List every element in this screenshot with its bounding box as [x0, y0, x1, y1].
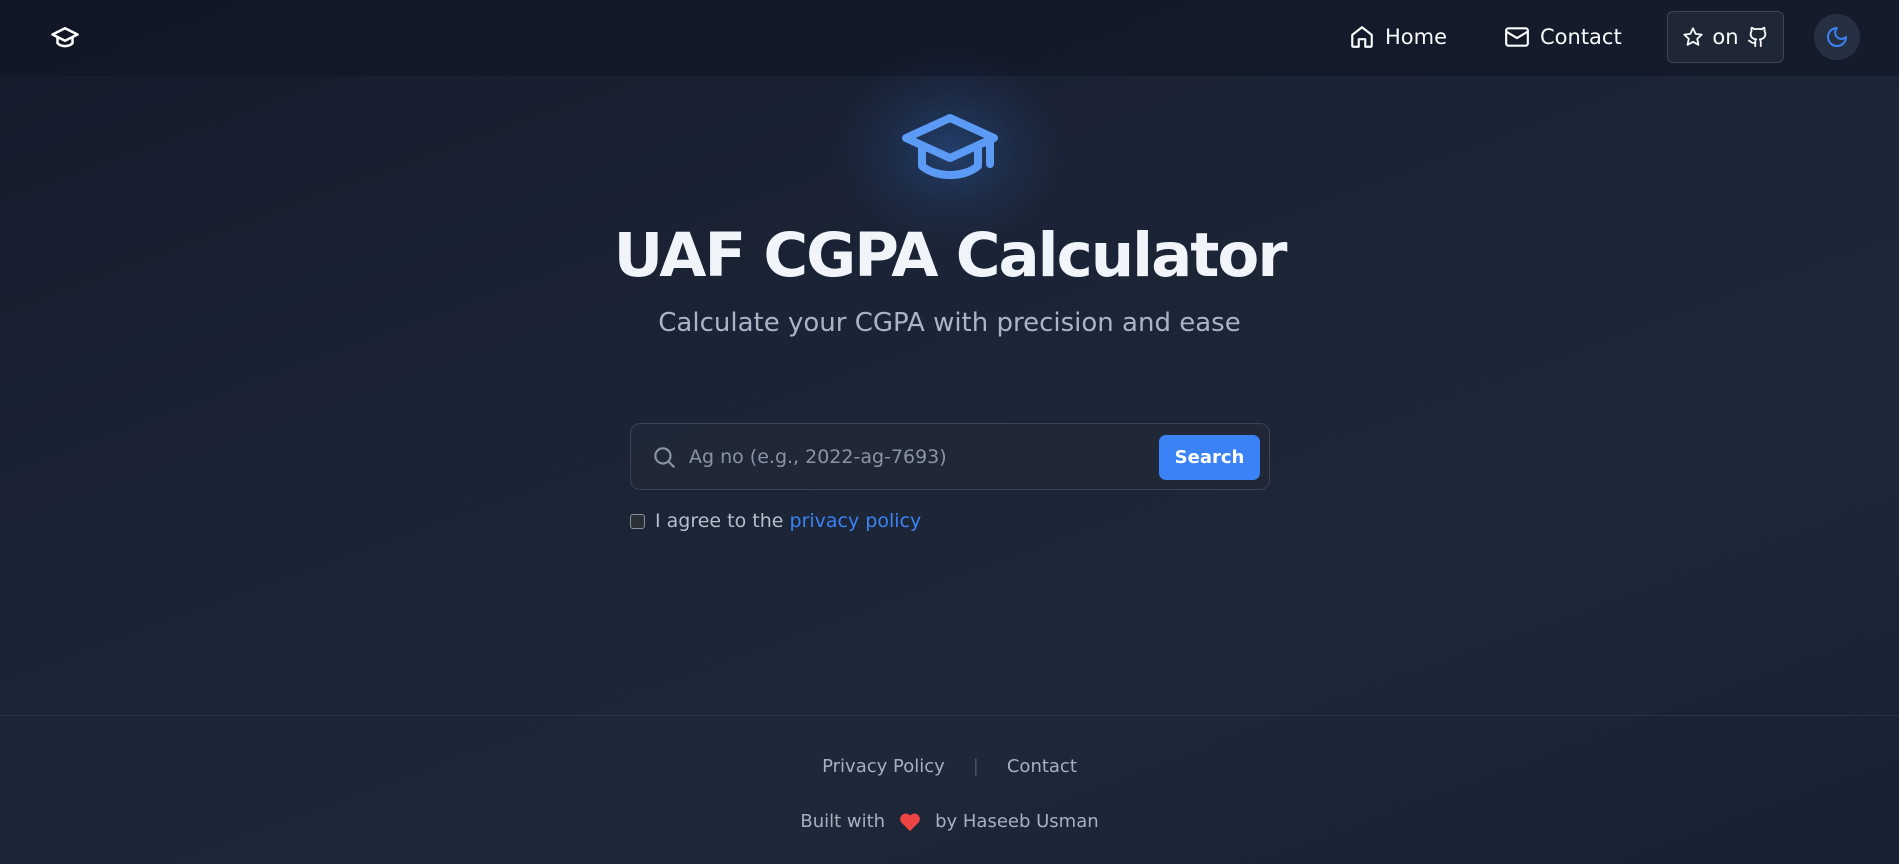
- search-button[interactable]: Search: [1159, 435, 1260, 480]
- credit-author: by Haseeb Usman: [935, 811, 1099, 832]
- page-subtitle: Calculate your CGPA with precision and e…: [658, 308, 1241, 338]
- privacy-agreement: I agree to the privacy policy: [630, 509, 921, 533]
- moon-icon: [1827, 27, 1847, 47]
- star-icon: [1683, 27, 1704, 46]
- nav-home-link[interactable]: Home: [1349, 20, 1447, 54]
- graduation-cap-icon: [900, 110, 1000, 190]
- home-icon: [1351, 26, 1373, 48]
- footer-privacy-link[interactable]: Privacy Policy: [822, 756, 945, 777]
- github-icon: [1747, 26, 1766, 48]
- mail-icon: [1505, 27, 1529, 47]
- footer-divider: [0, 715, 1899, 716]
- footer-separator: |: [972, 756, 979, 777]
- footer-contact-link[interactable]: Contact: [1007, 756, 1077, 777]
- search-box: Search: [630, 423, 1270, 490]
- footer-credit: Built with by Haseeb Usman: [0, 811, 1899, 832]
- heart-icon: [900, 813, 920, 831]
- github-star-button[interactable]: on: [1667, 11, 1784, 63]
- nav-contact-link[interactable]: Contact: [1504, 20, 1622, 54]
- privacy-agree-checkbox[interactable]: [630, 513, 645, 529]
- privacy-policy-link[interactable]: privacy policy: [790, 510, 922, 532]
- graduation-cap-icon[interactable]: [48, 22, 82, 52]
- agreement-text: I agree to the: [655, 510, 784, 532]
- credit-prefix: Built with: [800, 811, 886, 832]
- nav-contact-label: Contact: [1540, 25, 1622, 49]
- nav-home-label: Home: [1385, 25, 1448, 49]
- footer-links: Privacy Policy | Contact: [0, 756, 1899, 777]
- page-title: UAF CGPA Calculator: [613, 220, 1288, 291]
- theme-toggle-button[interactable]: [1814, 14, 1860, 60]
- search-icon: [654, 447, 675, 468]
- star-button-label: on: [1712, 25, 1739, 49]
- ag-number-input[interactable]: [689, 436, 1169, 478]
